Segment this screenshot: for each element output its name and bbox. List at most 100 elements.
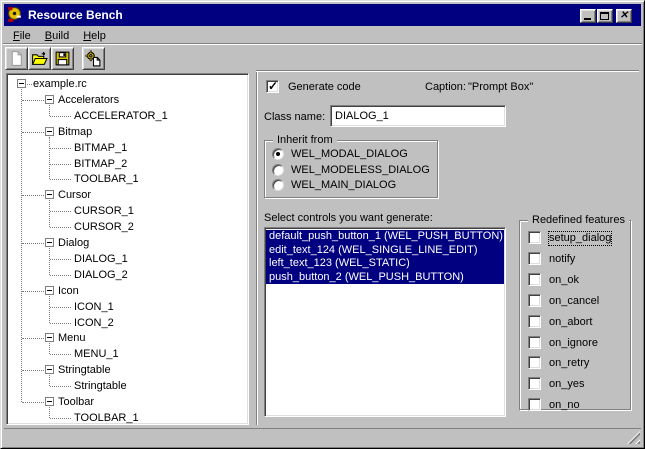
tree-leaf-item[interactable]: CURSOR_1 — [74, 203, 134, 219]
tree-connector — [49, 105, 50, 116]
checkbox-label-on_retry[interactable]: on_retry — [549, 357, 589, 370]
menu-build[interactable]: Build — [38, 28, 76, 44]
tree-connector — [50, 307, 71, 308]
tree-leaf-item[interactable]: CURSOR_2 — [74, 219, 134, 235]
checkbox-on_retry[interactable]: ✓ — [528, 356, 541, 369]
checkbox-label-on_cancel[interactable]: on_cancel — [549, 295, 599, 308]
radio-label-wel_modal_dialog[interactable]: WEL_MODAL_DIALOG — [291, 148, 408, 160]
radio-label-wel_main_dialog[interactable]: WEL_MAIN_DIALOG — [291, 179, 396, 191]
checkbox-label-on_abort[interactable]: on_abort — [549, 316, 592, 329]
tree-expand-icon[interactable] — [45, 127, 54, 136]
checkbox-on_yes[interactable]: ✓ — [528, 377, 541, 390]
tree-connector — [50, 148, 71, 149]
tree-expand-icon[interactable] — [45, 238, 54, 247]
list-item[interactable]: edit_text_124 (WEL_SINGLE_LINE_EDIT) — [266, 244, 504, 258]
generate-code-checkbox[interactable]: ✓ — [266, 80, 279, 93]
checkbox-label-on_yes[interactable]: on_yes — [549, 378, 584, 391]
tree-connector — [49, 137, 50, 179]
tree-connector — [50, 164, 71, 165]
controls-listbox[interactable]: default_push_button_1 (WEL_PUSH_BUTTON)e… — [264, 227, 506, 417]
new-file-icon — [8, 50, 25, 67]
tree-category-item[interactable]: Cursor — [58, 187, 91, 203]
checkbox-on_cancel[interactable]: ✓ — [528, 294, 541, 307]
tree-connector — [49, 248, 50, 275]
menu-help[interactable]: Help — [76, 28, 113, 44]
tree-connector — [50, 275, 71, 276]
caption-value: "Prompt Box" — [468, 81, 533, 94]
tree-leaf-item[interactable]: ACCELERATOR_1 — [74, 108, 168, 124]
save-icon — [54, 50, 71, 67]
tree-expand-icon[interactable] — [45, 397, 54, 406]
save-file-button[interactable] — [51, 47, 74, 70]
close-button[interactable] — [616, 9, 632, 23]
list-item[interactable]: default_push_button_1 (WEL_PUSH_BUTTON) — [266, 230, 504, 244]
tree-expand-icon[interactable] — [45, 286, 54, 295]
generate-code-label[interactable]: Generate code — [288, 81, 361, 94]
open-file-button[interactable] — [28, 47, 51, 70]
checkbox-label-on_no[interactable]: on_no — [549, 399, 580, 412]
tree-expand-icon[interactable] — [17, 79, 26, 88]
tree-leaf-item[interactable]: DIALOG_1 — [74, 251, 128, 267]
resource-tree[interactable]: example.rcAcceleratorsACCELERATOR_1Bitma… — [6, 73, 249, 425]
tree-leaf-item[interactable]: TOOLBAR_1 — [74, 171, 139, 187]
checkbox-on_no[interactable]: ✓ — [528, 398, 541, 411]
tree-root-item[interactable]: example.rc — [33, 76, 87, 92]
tree-category-item[interactable]: Bitmap — [58, 124, 92, 140]
tree-connector — [22, 291, 44, 292]
tree-expand-icon[interactable] — [45, 333, 54, 342]
tree-expand-icon[interactable] — [45, 365, 54, 374]
build-button[interactable] — [82, 47, 105, 70]
checkbox-on_abort[interactable]: ✓ — [528, 315, 541, 328]
tree-leaf-item[interactable]: BITMAP_1 — [74, 140, 127, 156]
list-item[interactable]: push_button_2 (WEL_PUSH_BUTTON) — [266, 271, 504, 285]
redefined-features-legend: Redefined features — [528, 213, 629, 227]
tree-leaf-item[interactable]: MENU_1 — [74, 346, 119, 362]
class-name-input[interactable] — [330, 105, 506, 127]
tree-category-item[interactable]: Menu — [58, 330, 86, 346]
tree-leaf-item[interactable]: ICON_2 — [74, 315, 114, 331]
tree-leaf-item[interactable]: ICON_1 — [74, 299, 114, 315]
list-item[interactable]: left_text_123 (WEL_STATIC) — [266, 257, 504, 271]
new-file-button[interactable] — [5, 47, 28, 70]
tree-leaf-item[interactable]: BITMAP_2 — [74, 156, 127, 172]
status-bar — [4, 429, 641, 445]
checkbox-on_ok[interactable]: ✓ — [528, 273, 541, 286]
tree-category-item[interactable]: Toolbar — [58, 394, 94, 410]
checkbox-label-on_ignore[interactable]: on_ignore — [549, 337, 598, 350]
radio-label-wel_modeless_dialog[interactable]: WEL_MODELESS_DIALOG — [291, 164, 430, 176]
tree-category-item[interactable]: Dialog — [58, 235, 89, 251]
tree-connector — [50, 116, 71, 117]
checkbox-label-setup_dialog[interactable]: setup_dialog — [549, 232, 611, 245]
checkbox-on_ignore[interactable]: ✓ — [528, 336, 541, 349]
window-title: Resource Bench — [28, 8, 123, 22]
tree-connector — [22, 243, 44, 244]
panel-splitter[interactable] — [256, 71, 258, 425]
resize-grip[interactable] — [627, 431, 640, 444]
checkbox-label-on_ok[interactable]: on_ok — [549, 274, 579, 287]
radio-wel_modal_dialog[interactable] — [272, 148, 284, 160]
tree-expand-icon[interactable] — [45, 190, 54, 199]
minimize-button[interactable] — [580, 9, 596, 23]
tree-category-item[interactable]: Icon — [58, 283, 79, 299]
tree-connector — [50, 211, 71, 212]
radio-wel_main_dialog[interactable] — [272, 179, 284, 191]
radio-wel_modeless_dialog[interactable] — [272, 164, 284, 176]
tree-expand-icon[interactable] — [45, 95, 54, 104]
title-bar[interactable]: Resource Bench — [4, 4, 641, 26]
tree-connector — [50, 323, 71, 324]
tree-category-item[interactable]: Stringtable — [58, 362, 111, 378]
menu-file[interactable]: File — [6, 28, 38, 44]
maximize-button[interactable] — [597, 9, 613, 23]
checkbox-label-notify[interactable]: notify — [549, 253, 575, 266]
checkbox-notify[interactable]: ✓ — [528, 252, 541, 265]
tree-category-item[interactable]: Accelerators — [58, 92, 119, 108]
maximize-icon — [600, 12, 609, 20]
app-window: Resource Bench FileBuildHelp — [0, 0, 645, 449]
tree-connector — [22, 195, 44, 196]
class-name-label: Class name: — [264, 111, 325, 124]
checkbox-setup_dialog[interactable]: ✓ — [528, 231, 541, 244]
tree-leaf-item[interactable]: DIALOG_2 — [74, 267, 128, 283]
tree-leaf-item[interactable]: TOOLBAR_1 — [74, 410, 139, 425]
controls-list: default_push_button_1 (WEL_PUSH_BUTTON)e… — [266, 229, 504, 415]
tree-leaf-item[interactable]: Stringtable — [74, 378, 127, 394]
